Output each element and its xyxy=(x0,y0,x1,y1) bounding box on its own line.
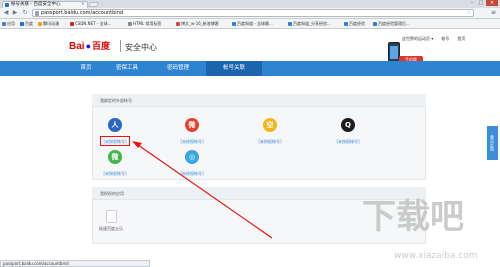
status-bar: passport.baidu.com/accountbind xyxy=(0,260,150,267)
watermark-brand: 下载吧 xyxy=(362,197,464,237)
download-site-watermark: 下载吧 www.xiazaiba.com xyxy=(362,197,478,261)
watermark-url: www.xiazaiba.com xyxy=(394,251,478,261)
